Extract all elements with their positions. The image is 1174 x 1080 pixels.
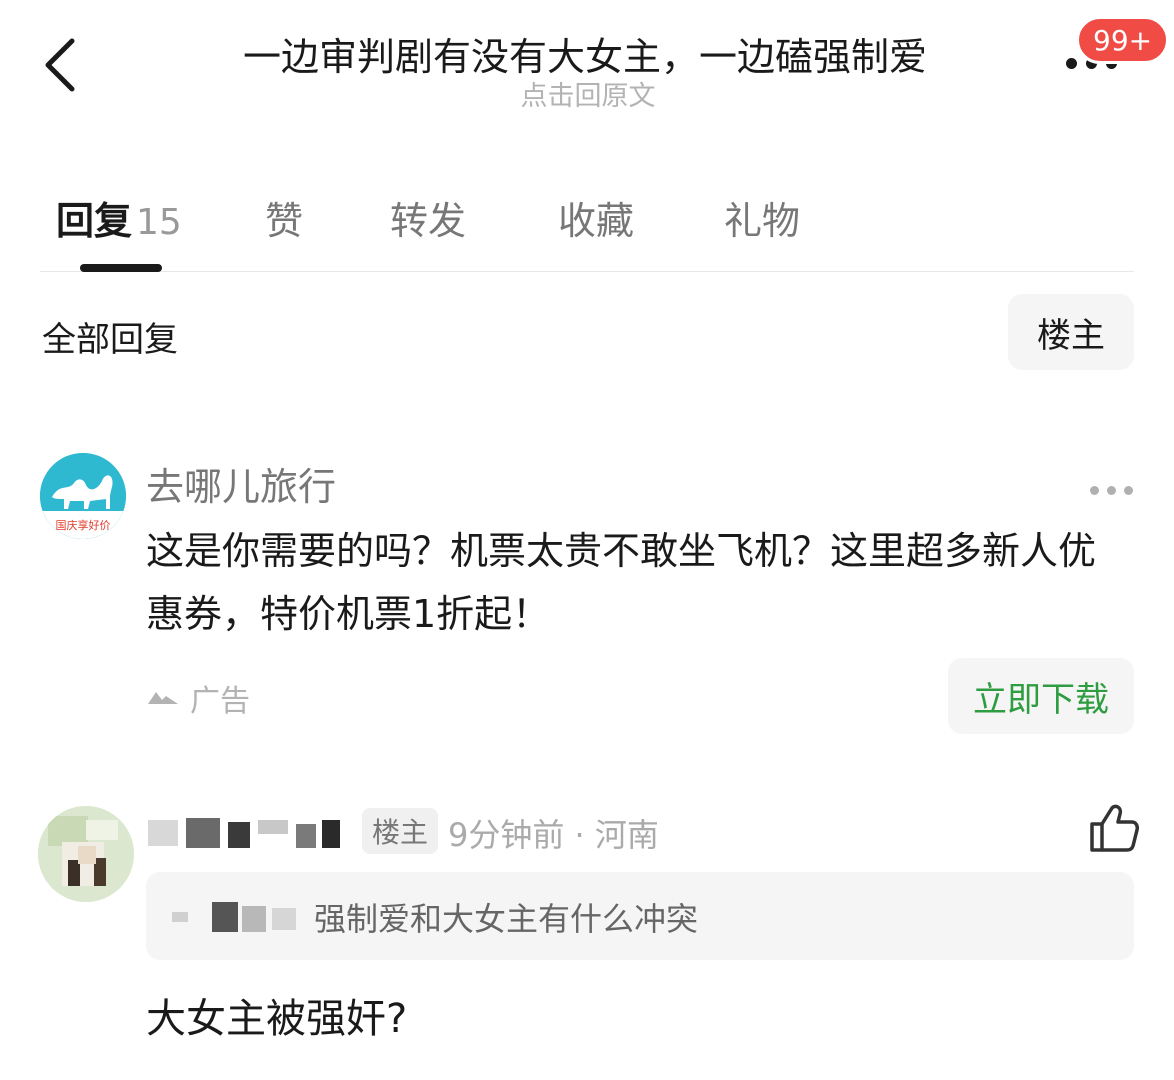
- tab-gifts[interactable]: 礼物: [724, 190, 800, 245]
- tab-replies-count: 15: [136, 202, 182, 243]
- blurred-quoted-username: [172, 898, 312, 936]
- quoted-reply[interactable]: 强制爱和大女主有什么冲突: [146, 872, 1134, 960]
- active-tab-indicator: [80, 264, 162, 272]
- thumbs-up-icon: [1090, 804, 1139, 852]
- tab-favorites[interactable]: 收藏: [558, 190, 634, 245]
- comment-text: 大女主被强奸?: [146, 996, 408, 1042]
- avatar[interactable]: [38, 806, 134, 902]
- ad-avatar[interactable]: 国庆享好价: [40, 453, 126, 539]
- tab-likes-label: 赞: [265, 199, 304, 243]
- comments-page: 一边审判剧有没有大女主，一边磕强制爱 点击回原文 99+ 回复 15 赞 转发 …: [0, 0, 1174, 1080]
- ad-author-name[interactable]: 去哪儿旅行: [146, 456, 336, 511]
- chevron-left-icon: [45, 38, 75, 92]
- ad-more-icon[interactable]: [1090, 486, 1133, 495]
- tab-replies[interactable]: 回复 15: [56, 190, 182, 245]
- ad-label: 广告: [190, 684, 250, 719]
- blurred-username[interactable]: [146, 814, 346, 854]
- tab-likes[interactable]: 赞: [265, 190, 303, 245]
- back-to-original-link[interactable]: 点击回原文: [430, 74, 746, 113]
- like-button[interactable]: [1086, 800, 1142, 856]
- all-replies-heading: 全部回复: [42, 320, 178, 360]
- camel-logo-icon: 国庆享好价: [40, 453, 126, 539]
- blurred-avatar-image: [38, 806, 134, 902]
- download-button[interactable]: 立即下载: [948, 658, 1134, 734]
- post-title[interactable]: 一边审判剧有没有大女主，一边磕强制爱: [190, 26, 980, 81]
- ad-label-row: 广告: [146, 676, 250, 720]
- ad-avatar-caption: 国庆享好价: [56, 518, 111, 532]
- back-button[interactable]: [30, 30, 90, 100]
- op-only-filter-button[interactable]: 楼主: [1008, 294, 1134, 370]
- tab-replies-label: 回复: [56, 199, 133, 243]
- tab-reposts-label: 转发: [390, 199, 467, 243]
- op-badge: 楼主: [362, 808, 439, 854]
- ad-body-text: 这是你需要的吗？机票太贵不敢坐飞机？这里超多新人优惠券，特价机票1折起！: [146, 529, 1097, 636]
- comment-meta: 9分钟前 · 河南: [448, 816, 659, 854]
- tab-reposts[interactable]: 转发: [390, 190, 466, 245]
- notification-badge: 99+: [1076, 16, 1170, 64]
- quoted-reply-text: 强制爱和大女主有什么冲突: [314, 900, 699, 938]
- ad-marker-icon: [148, 692, 178, 704]
- tab-bar: 回复 15 赞 转发 收藏 礼物: [40, 180, 1134, 272]
- tab-favorites-label: 收藏: [558, 199, 635, 243]
- tab-gifts-label: 礼物: [724, 199, 801, 243]
